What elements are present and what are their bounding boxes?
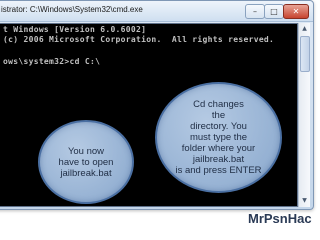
scroll-thumb[interactable] xyxy=(300,36,310,72)
annotation-text-cd-explanation: Cd changes the directory. You must type … xyxy=(175,99,262,176)
channel-watermark: MrPsnHac xyxy=(248,211,312,226)
window-title: istrator: C:\Windows\System32\cmd.exe xyxy=(1,5,143,14)
scroll-down-arrow-icon[interactable]: ▼ xyxy=(300,196,309,206)
annotation-bubble-cd-explanation: Cd changes the directory. You must type … xyxy=(155,82,282,193)
close-button[interactable]: ✕ xyxy=(283,4,309,19)
title-bar[interactable]: istrator: C:\Windows\System32\cmd.exe – … xyxy=(0,1,313,22)
minimize-button[interactable]: – xyxy=(245,4,265,19)
maximize-button[interactable]: □ xyxy=(264,4,284,19)
vertical-scrollbar[interactable]: ▲ ▼ xyxy=(298,23,310,207)
console-line-version: t Windows [Version 6.0.6002] xyxy=(3,25,147,34)
console-line-command: ows\system32>cd C:\ xyxy=(3,57,101,66)
console-line-copyright: (c) 2006 Microsoft Corporation. All righ… xyxy=(3,35,275,44)
annotation-text-open-jailbreak: You now have to open jailbreak.bat xyxy=(58,145,114,179)
scroll-up-arrow-icon[interactable]: ▲ xyxy=(300,24,309,34)
annotation-bubble-open-jailbreak: You now have to open jailbreak.bat xyxy=(38,120,134,204)
screenshot-stage: istrator: C:\Windows\System32\cmd.exe – … xyxy=(0,0,320,240)
